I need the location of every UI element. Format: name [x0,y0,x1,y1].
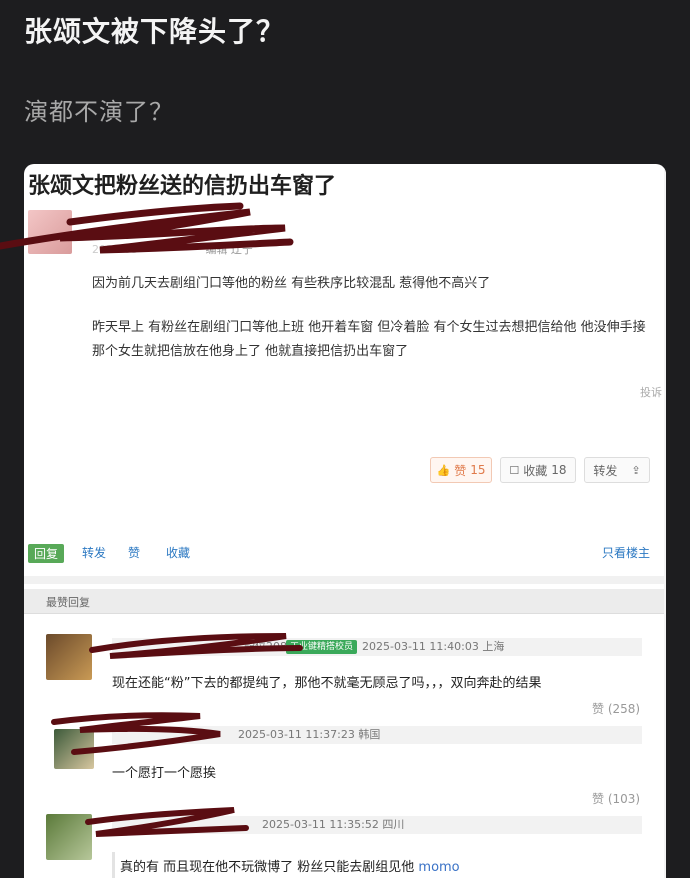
reply-3-meta: 2025-03-11 11:35:52 四川 [112,816,642,834]
question-subtitle: 演都不演了？ [24,98,174,126]
share-icon: ⇪ [631,463,641,477]
reply-1-likes[interactable]: 赞 (258) [592,700,640,717]
report-link[interactable]: 投诉 [640,384,662,400]
divider [24,576,666,584]
collect-button-label: 收藏 [523,463,548,478]
reply-1-text: 现在还能“粉”下去的都提纯了，那他不就毫无顾忌了吗，，，双向奔赴的结果 [112,676,542,691]
share-button[interactable]: 转发 ⇪ [584,457,650,483]
reply-1-avatar[interactable] [46,634,92,680]
post-button-row: 👍 赞 15 ☐ 收藏 18 转发 ⇪ [430,457,650,483]
post-body-line-3: 那个女生就把信放在他身上了 他就直接把信扔出车窗了 [92,344,409,359]
collect-count: 18 [551,463,567,477]
reply-2-text: 一个愿打一个愿挨 [112,766,217,781]
top-replies-label: 最赞回复 [46,596,90,609]
reply-3-mention[interactable]: momo [418,860,459,875]
reply-1-handle[interactable]: 配位208) [244,638,291,656]
scrollbar[interactable] [664,164,666,878]
screenshot-card: 张颂文把粉丝送的信扔出车窗了 2025-03- 编辑 辽宁 因为前几天去剧组门口… [24,164,666,878]
like-button[interactable]: 👍 赞 15 [430,457,492,483]
reply-2-time: 2025-03-11 11:37:23 韩国 [238,728,381,741]
reply-action[interactable]: 回复 [28,544,65,563]
post-action-bar: 回复 转发 赞 收藏 只看楼主 [28,544,658,564]
only-author-action[interactable]: 只看楼主 [602,544,650,561]
post-body-line-1: 因为前几天去剧组门口等他的粉丝 有些秩序比较混乱 惹得他不高兴了 [92,276,491,291]
collect-action[interactable]: 收藏 [166,544,190,561]
reply-3-time: 2025-03-11 11:35:52 四川 [262,818,405,831]
collect-button[interactable]: ☐ 收藏 18 [500,457,576,483]
like-count: 15 [470,463,486,477]
reply-3-text-main: 真的有 而且现在他不玩微博了 粉丝只能去剧组见他 [120,860,415,875]
post-meta-tail: 编辑 辽宁 [205,243,253,256]
reply-3-quote-bar [112,852,115,878]
reply-3-text: 真的有 而且现在他不玩微博了 粉丝只能去剧组见他 momo [120,856,460,875]
like-action[interactable]: 赞 [128,544,140,561]
reply-3-avatar[interactable] [46,814,92,860]
author-avatar[interactable] [28,210,72,254]
reply-1-meta: 配位208) 工业键精搭校员 2025-03-11 11:40:03 上海 [112,638,642,656]
reply-2-meta: 2025-03-11 11:37:23 韩国 [112,726,642,744]
reply-1-time: 2025-03-11 11:40:03 上海 [362,640,505,653]
forward-action[interactable]: 转发 [82,544,106,561]
thumbs-up-icon: 👍 [436,463,451,477]
like-button-label: 赞 [454,463,467,478]
reply-1-badge: 工业键精搭校员 [286,640,358,654]
reply-2-likes[interactable]: 赞 (103) [592,790,640,807]
share-button-label: 转发 [593,463,618,478]
post-title: 张颂文把粉丝送的信扔出车窗了 [28,174,337,199]
bookmark-icon: ☐ [509,463,520,477]
question-title: 张颂文被下降头了？ [24,15,286,48]
post-meta: 2025-03- 编辑 辽宁 [92,243,253,256]
reply-2-avatar[interactable] [54,729,94,769]
post-body-line-2: 昨天早上 有粉丝在剧组门口等他上班 他开着车窗 但冷着脸 有个女生过去想把信给他… [92,320,646,335]
top-replies-header: 最赞回复 [24,589,664,614]
